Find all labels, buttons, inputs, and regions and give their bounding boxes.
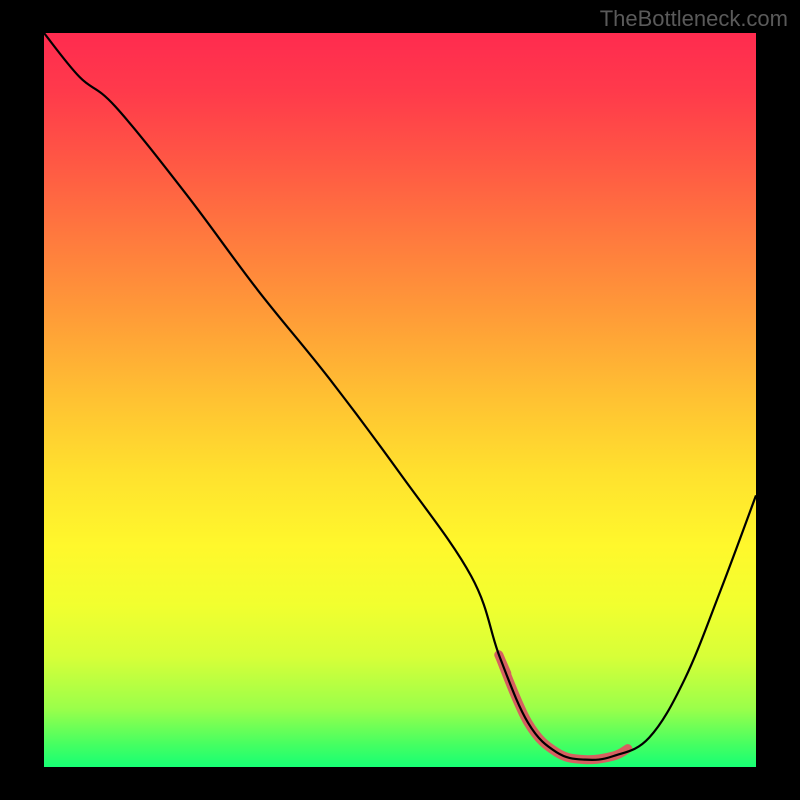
optimal-zone-highlight	[499, 655, 628, 760]
chart-svg	[44, 33, 756, 767]
watermark-text: TheBottleneck.com	[600, 6, 788, 32]
bottleneck-curve	[44, 33, 756, 760]
chart-plot-area	[44, 33, 756, 767]
